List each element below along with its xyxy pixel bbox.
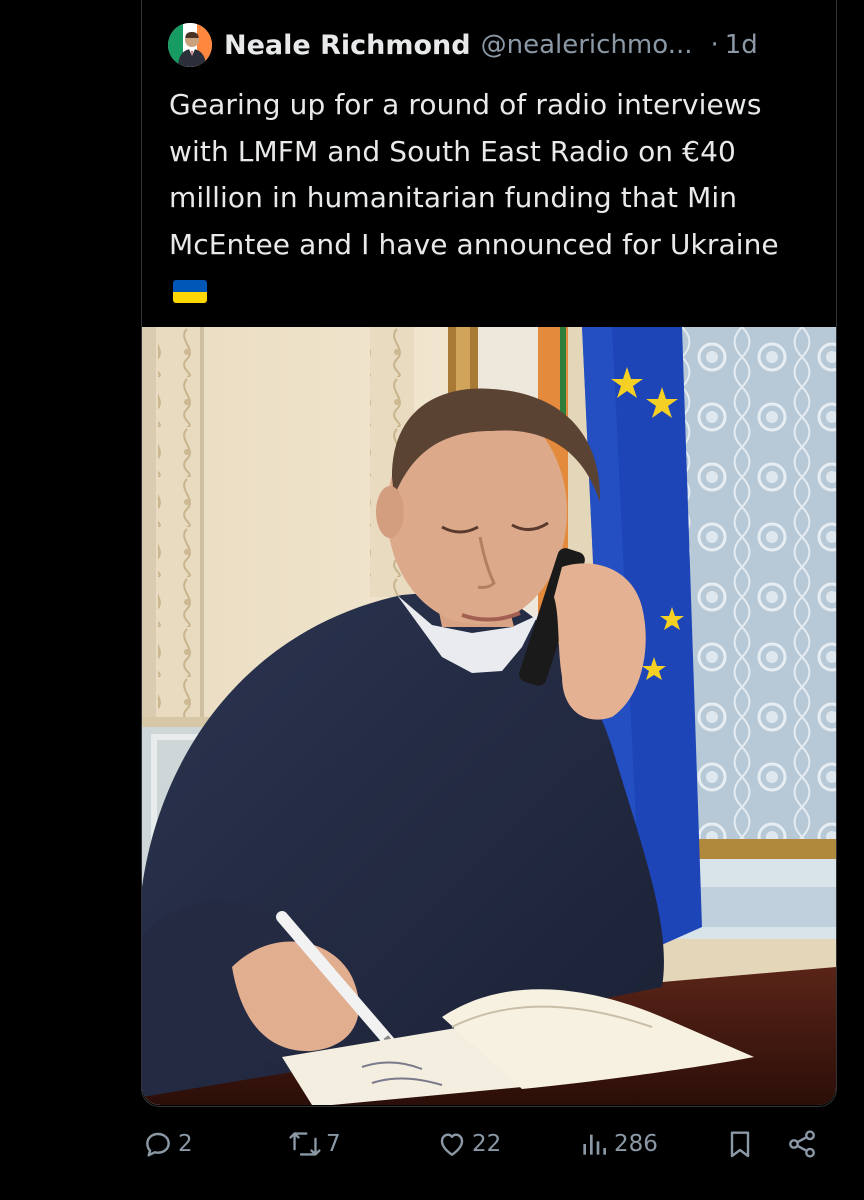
- repost-icon: [289, 1132, 321, 1156]
- author-handle[interactable]: @nealerichmo...: [481, 30, 693, 60]
- repost-count: 7: [326, 1131, 341, 1157]
- like-count: 22: [472, 1131, 502, 1157]
- views-count: 286: [614, 1131, 658, 1157]
- post-header: Neale Richmond @nealerichmo... · 1d: [168, 22, 758, 68]
- post-text-container: Gearing up for a round of radio intervie…: [169, 82, 819, 315]
- post-text: Gearing up for a round of radio intervie…: [169, 88, 779, 261]
- share-icon: [789, 1130, 815, 1158]
- views-icon: [583, 1134, 606, 1155]
- action-bar: 2 7 22 286: [0, 1118, 864, 1178]
- separator-dot: ·: [710, 30, 719, 60]
- heart-icon: [440, 1133, 464, 1156]
- views-button[interactable]: 286: [578, 1128, 658, 1160]
- reply-count: 2: [178, 1131, 193, 1157]
- post-photo[interactable]: [142, 327, 836, 1105]
- reply-icon: [146, 1132, 170, 1157]
- photo-illustration: [142, 327, 836, 1105]
- repost-button[interactable]: 7: [288, 1128, 341, 1160]
- bookmark-icon: [730, 1131, 750, 1158]
- like-button[interactable]: 22: [436, 1128, 501, 1160]
- post-timestamp[interactable]: 1d: [725, 30, 758, 60]
- page: Neale Richmond @nealerichmo... · 1d Gear…: [0, 0, 864, 1200]
- reply-button[interactable]: 2: [142, 1128, 193, 1160]
- ukraine-flag-emoji: [173, 280, 207, 303]
- post-card[interactable]: Neale Richmond @nealerichmo... · 1d Gear…: [141, 0, 837, 1107]
- share-button[interactable]: [786, 1128, 818, 1160]
- bookmark-button[interactable]: [724, 1128, 756, 1160]
- author-display-name[interactable]: Neale Richmond: [224, 30, 471, 61]
- avatar[interactable]: [168, 23, 212, 67]
